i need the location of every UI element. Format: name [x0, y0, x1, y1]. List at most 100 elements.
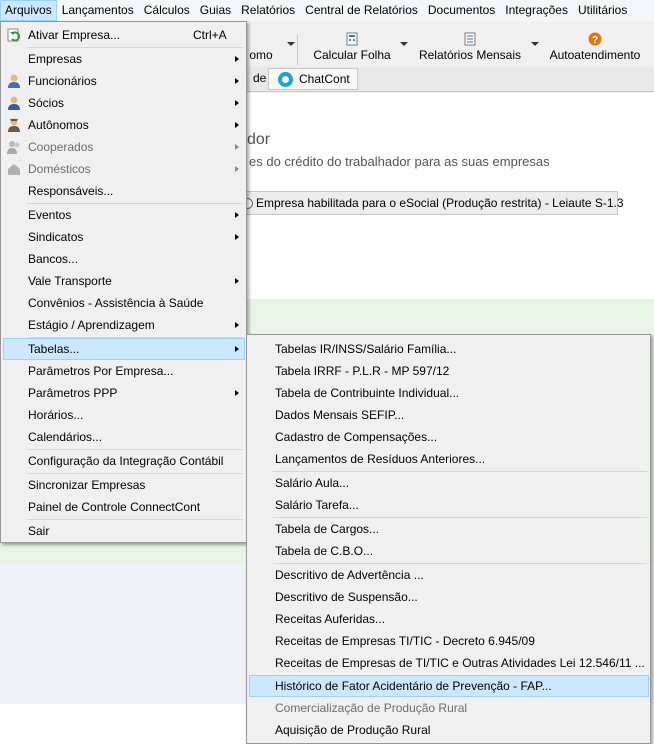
- menu-item-sindicatos[interactable]: Sindicatos: [3, 226, 245, 248]
- menu-item-parametros-ppp[interactable]: Parâmetros PPP: [3, 382, 245, 404]
- calcular-folha-caret[interactable]: [400, 42, 408, 46]
- menu-item-label: Domésticos: [28, 162, 91, 176]
- submenu-item-contribuinte-individual[interactable]: Tabela de Contribuinte Individual...: [249, 382, 649, 404]
- tab-chatcont[interactable]: ChatCont: [268, 68, 358, 90]
- menu-item-responsaveis[interactable]: Responsáveis...: [3, 180, 245, 202]
- submenu-item-cadastro-compensacoes[interactable]: Cadastro de Compensações...: [249, 426, 649, 448]
- menu-utilitarios[interactable]: Utilitários: [573, 0, 632, 21]
- toolbar: omo Calcular Folha Relatórios Mensais ? …: [247, 31, 654, 67]
- esocial-status-box: Empresa habilitada para o eSocial (Produ…: [231, 191, 624, 215]
- menu-lancamentos[interactable]: Lançamentos: [57, 0, 139, 21]
- menu-item-label: Empresas: [28, 52, 83, 66]
- menu-item-domesticos[interactable]: Domésticos: [3, 158, 245, 180]
- toolbar-separator: [297, 35, 298, 65]
- menu-item-ativar-empresa[interactable]: Ativar Empresa... Ctrl+A: [3, 24, 245, 46]
- submenu-item-historico-fap[interactable]: Histórico de Fator Acidentário de Preven…: [249, 675, 649, 697]
- menu-item-funcionarios[interactable]: Funcionários: [3, 70, 245, 92]
- submenu-item-salario-aula[interactable]: Salário Aula...: [249, 472, 649, 494]
- menu-arquivos[interactable]: Arquivos: [0, 0, 57, 21]
- esocial-status-text: Empresa habilitada para o eSocial (Produ…: [256, 196, 624, 210]
- menu-item-configuracao-integracao-contabil[interactable]: Configuração da Integração Contábil: [3, 450, 245, 472]
- menu-guias[interactable]: Guias: [195, 0, 236, 21]
- menu-item-autonomos[interactable]: Autônomos: [3, 114, 245, 136]
- person-blue-icon: [8, 74, 20, 88]
- calcular-folha-button[interactable]: Calcular Folha: [311, 31, 393, 67]
- menu-item-label: Salário Tarefa...: [275, 498, 359, 512]
- toolbar-partial-label: omo: [249, 48, 273, 62]
- arquivos-dropdown: Ativar Empresa... Ctrl+A Empresas Funcio…: [0, 21, 247, 543]
- submenu-item-tabela-cbo[interactable]: Tabela de C.B.O...: [249, 540, 649, 562]
- menu-item-socios[interactable]: Sócios: [3, 92, 245, 114]
- submenu-arrow-icon: [235, 56, 239, 62]
- submenu-item-receitas-ti-tic-lei[interactable]: Receitas de Empresas de TI/TIC e Outras …: [249, 652, 649, 674]
- menu-item-label: Receitas de Empresas TI/TIC - Decreto 6.…: [275, 634, 535, 648]
- menu-item-label: Tabela de Contribuinte Individual...: [275, 386, 460, 400]
- autoatendimento-label: Autoatendimento: [549, 48, 641, 62]
- calculator-doc-icon: [346, 32, 358, 46]
- menu-item-horarios[interactable]: Horários...: [3, 404, 245, 426]
- menu-item-painel-connectcont[interactable]: Painel de Controle ConnectCont: [3, 496, 245, 518]
- submenu-item-salario-tarefa[interactable]: Salário Tarefa...: [249, 494, 649, 516]
- submenu-item-receitas-auferidas[interactable]: Receitas Auferidas...: [249, 608, 649, 630]
- menu-central-de-relatorios[interactable]: Central de Relatórios: [300, 0, 423, 21]
- menu-item-eventos[interactable]: Eventos: [3, 204, 245, 226]
- menu-item-convenios[interactable]: Convênios - Assistência à Saúde: [3, 292, 245, 314]
- menu-item-sair[interactable]: Sair: [3, 520, 245, 542]
- menu-item-label: Ativar Empresa...: [28, 28, 121, 42]
- submenu-item-comercializacao-producao-rural[interactable]: Comercialização de Produção Rural: [249, 697, 649, 719]
- menu-item-parametros-por-empresa[interactable]: Parâmetros Por Empresa...: [3, 360, 245, 382]
- menu-documentos[interactable]: Documentos: [423, 0, 500, 21]
- submenu-item-tabela-irrf-plr[interactable]: Tabela IRRF - P.L.R - MP 597/12: [249, 360, 649, 382]
- submenu-arrow-icon: [235, 166, 239, 172]
- menu-item-shortcut: Ctrl+A: [193, 28, 227, 42]
- people-disabled-icon: [7, 141, 20, 154]
- menu-item-estagio-aprendizagem[interactable]: Estágio / Aprendizagem: [3, 314, 245, 336]
- submenu-item-receitas-ti-tic-decreto[interactable]: Receitas de Empresas TI/TIC - Decreto 6.…: [249, 630, 649, 652]
- menu-item-label: Tabela IRRF - P.L.R - MP 597/12: [275, 364, 450, 378]
- relatorios-mensais-button[interactable]: Relatórios Mensais: [417, 31, 523, 67]
- submenu-arrow-icon: [235, 390, 239, 396]
- person-worker-icon: [8, 118, 20, 132]
- main-menu-bar: Arquivos Lançamentos Cálculos Guias Rela…: [0, 0, 654, 21]
- menu-item-label: Descritivo de Suspensão...: [275, 590, 418, 604]
- relatorios-mensais-caret[interactable]: [531, 42, 539, 46]
- tab-partial[interactable]: de: [253, 71, 266, 85]
- menu-item-calendarios[interactable]: Calendários...: [3, 426, 245, 448]
- menu-item-label: Sócios: [28, 96, 65, 110]
- submenu-item-aquisicao-producao-rural[interactable]: Aquisição de Produção Rural: [249, 719, 649, 741]
- submenu-arrow-icon: [235, 346, 239, 352]
- menu-item-tabelas[interactable]: Tabelas...: [3, 338, 245, 360]
- submenu-item-tabelas-ir-inss[interactable]: Tabelas IR/INSS/Salário Família...: [249, 338, 649, 360]
- submenu-item-tabela-cargos[interactable]: Tabela de Cargos...: [249, 518, 649, 540]
- menu-item-label: Responsáveis...: [28, 184, 114, 198]
- submenu-item-descritivo-suspensao[interactable]: Descritivo de Suspensão...: [249, 586, 649, 608]
- menu-item-label: Cadastro de Compensações...: [275, 430, 438, 444]
- menu-item-label: Cooperados: [28, 140, 94, 154]
- menu-item-empresas[interactable]: Empresas: [3, 48, 245, 70]
- menu-item-vale-transporte[interactable]: Vale Transporte: [3, 270, 245, 292]
- menu-item-label: Horários...: [28, 408, 84, 422]
- menu-integracoes[interactable]: Integrações: [500, 0, 573, 21]
- house-disabled-icon: [8, 164, 20, 175]
- menu-calculos[interactable]: Cálculos: [139, 0, 195, 21]
- toolbar-partial-button[interactable]: omo: [243, 31, 279, 67]
- menu-item-label: Comercialização de Produção Rural: [275, 701, 468, 715]
- submenu-item-dados-mensais-sefip[interactable]: Dados Mensais SEFIP...: [249, 404, 649, 426]
- menu-relatorios[interactable]: Relatórios: [236, 0, 300, 21]
- calcular-folha-label: Calcular Folha: [313, 48, 391, 62]
- menu-item-bancos[interactable]: Bancos...: [3, 248, 245, 270]
- help-orange-icon: ?: [588, 32, 602, 46]
- toolbar-dropdown-caret[interactable]: [287, 42, 295, 46]
- menu-item-sincronizar-empresas[interactable]: Sincronizar Empresas: [3, 474, 245, 496]
- menu-item-label: Tabela de Cargos...: [275, 522, 380, 536]
- menu-item-cooperados[interactable]: Cooperados: [3, 136, 245, 158]
- menu-item-label: Sincronizar Empresas: [28, 478, 146, 492]
- relatorios-mensais-label: Relatórios Mensais: [418, 48, 522, 62]
- submenu-item-descritivo-advertencia[interactable]: Descritivo de Advertência ...: [249, 564, 649, 586]
- menu-item-label: Descritivo de Advertência ...: [275, 568, 424, 582]
- menu-item-label: Tabelas IR/INSS/Salário Família...: [275, 342, 457, 356]
- autoatendimento-button[interactable]: ? Autoatendimento: [545, 31, 645, 67]
- submenu-item-residuos-anteriores[interactable]: Lançamentos de Resíduos Anteriores...: [249, 448, 649, 470]
- menu-item-label: Receitas de Empresas de TI/TIC e Outras …: [275, 656, 645, 670]
- person-blue-icon: [8, 96, 20, 110]
